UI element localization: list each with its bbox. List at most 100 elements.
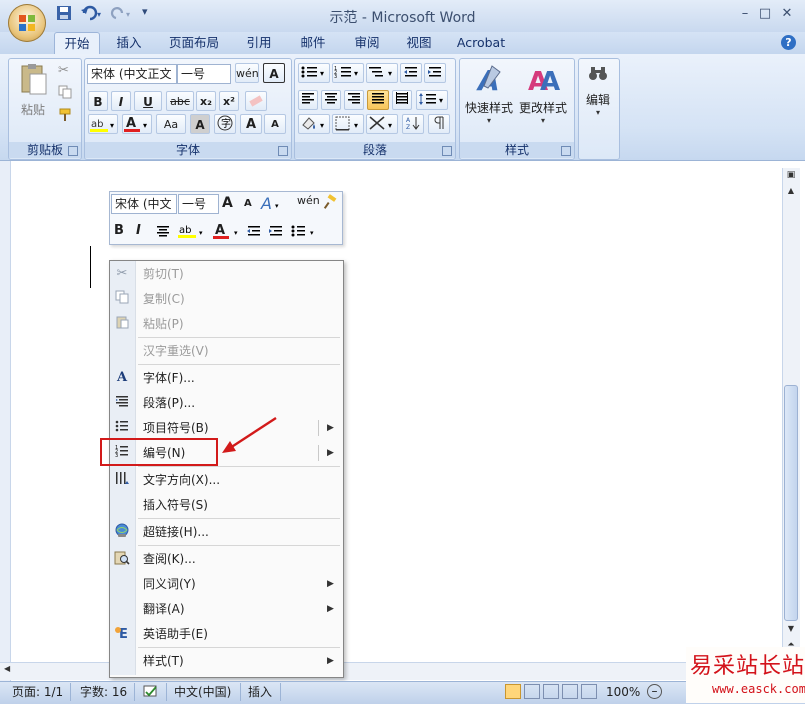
view-print-layout-icon[interactable] bbox=[505, 684, 521, 699]
line-spacing-icon[interactable]: ▾ bbox=[416, 90, 448, 110]
mini-bullets-icon[interactable]: ▾ bbox=[290, 223, 320, 239]
paragraph-launcher-icon[interactable] bbox=[442, 146, 452, 156]
scrollbar-thumb[interactable] bbox=[784, 385, 798, 621]
menu-item-font[interactable]: 字体(F)... bbox=[135, 366, 340, 390]
highlight-color-icon[interactable]: ab ▾ bbox=[88, 114, 118, 134]
change-styles-button[interactable]: AA 更改样式 ▾ bbox=[517, 62, 569, 132]
decrease-indent-icon[interactable] bbox=[400, 63, 422, 83]
menu-item-english-assistant[interactable]: 英语助手(E) bbox=[135, 622, 340, 646]
proofing-icon[interactable] bbox=[142, 684, 160, 700]
menu-item-look-up[interactable]: 查阅(K)... bbox=[135, 547, 340, 571]
mini-font-color-icon[interactable]: A ▾ bbox=[212, 222, 242, 240]
phonetic-guide-button[interactable]: wén bbox=[235, 63, 259, 83]
mini-italic-button[interactable]: I bbox=[136, 223, 150, 239]
tab-acrobat[interactable]: Acrobat bbox=[450, 32, 512, 54]
subscript-button[interactable]: x₂ bbox=[196, 91, 216, 111]
status-page[interactable]: 页面: 1/1 bbox=[12, 684, 63, 700]
quick-styles-button[interactable]: A 快速样式 ▾ bbox=[463, 62, 515, 132]
mini-increase-indent-icon[interactable] bbox=[268, 223, 284, 239]
sort-icon[interactable]: AZ bbox=[402, 114, 424, 134]
zoom-level[interactable]: 100% bbox=[606, 684, 640, 700]
shading-icon[interactable]: ▾ bbox=[298, 114, 330, 134]
cut-icon[interactable]: ✂ bbox=[58, 63, 74, 79]
mini-font-size-combo[interactable]: 一号 bbox=[178, 194, 219, 214]
help-icon[interactable]: ? bbox=[781, 35, 796, 50]
styles-launcher-icon[interactable] bbox=[561, 146, 571, 156]
align-center-icon[interactable] bbox=[321, 90, 341, 110]
menu-item-paste[interactable]: 粘贴(P) bbox=[135, 312, 340, 336]
copy-icon[interactable] bbox=[58, 85, 74, 101]
mini-decrease-indent-icon[interactable] bbox=[246, 223, 262, 239]
menu-item-copy[interactable]: 复制(C) bbox=[135, 287, 340, 311]
ruler-toggle-icon[interactable]: ▣ bbox=[785, 170, 797, 182]
grow-font-button[interactable]: A bbox=[240, 114, 262, 134]
font-size-combo[interactable]: 一号 bbox=[177, 64, 231, 84]
clipboard-launcher-icon[interactable] bbox=[68, 146, 78, 156]
minimize-button[interactable]: – bbox=[736, 6, 754, 22]
menu-item-cut[interactable]: 剪切(T) bbox=[135, 262, 340, 286]
change-case-button[interactable]: Aa bbox=[156, 114, 186, 134]
view-draft-icon[interactable] bbox=[581, 684, 597, 699]
mini-highlight-icon[interactable]: ab ▾ bbox=[177, 222, 207, 240]
strikethrough-button[interactable]: abc bbox=[166, 91, 194, 111]
status-language[interactable]: 中文(中国) bbox=[174, 684, 231, 700]
tab-mailings[interactable]: 邮件 bbox=[292, 32, 334, 54]
scroll-up-icon[interactable]: ▲ bbox=[785, 186, 797, 198]
font-name-combo[interactable]: 宋体 (中文正文 bbox=[87, 64, 177, 84]
mini-styles-icon[interactable]: A ▾ bbox=[260, 194, 282, 213]
menu-item-translate[interactable]: 翻译(A) bbox=[135, 597, 340, 621]
clear-format-icon[interactable] bbox=[245, 91, 267, 111]
superscript-button[interactable]: x² bbox=[219, 91, 239, 111]
view-outline-icon[interactable] bbox=[562, 684, 578, 699]
show-marks-icon[interactable] bbox=[428, 114, 450, 134]
bold-button[interactable]: B bbox=[88, 91, 108, 111]
font-color-icon[interactable]: A ▾ bbox=[122, 114, 152, 134]
font-launcher-icon[interactable] bbox=[278, 146, 288, 156]
scroll-down-icon[interactable]: ▼ bbox=[785, 624, 797, 636]
char-shading-button[interactable]: A bbox=[190, 114, 210, 134]
mini-font-name-combo[interactable]: 宋体 (中文 bbox=[111, 194, 177, 214]
justify-icon[interactable] bbox=[367, 90, 389, 110]
close-button[interactable]: ✕ bbox=[778, 6, 796, 22]
shrink-font-button[interactable]: A bbox=[264, 114, 286, 134]
zoom-out-icon[interactable]: – bbox=[647, 684, 662, 699]
mini-format-painter-icon[interactable] bbox=[322, 194, 338, 212]
menu-item-styles[interactable]: 样式(T) bbox=[135, 649, 340, 673]
underline-button[interactable]: U bbox=[134, 91, 162, 111]
menu-item-text-direction[interactable]: 文字方向(X)... bbox=[135, 468, 340, 492]
increase-indent-icon[interactable] bbox=[424, 63, 446, 83]
status-insert-mode[interactable]: 插入 bbox=[248, 684, 272, 700]
view-web-layout-icon[interactable] bbox=[543, 684, 559, 699]
tab-home[interactable]: 开始 bbox=[54, 32, 100, 55]
menu-item-hyperlink[interactable]: 超链接(H)... bbox=[135, 520, 340, 544]
numbering-icon[interactable]: 1 2 3 ▾ bbox=[332, 63, 364, 83]
chinese-layout-icon[interactable]: ▾ bbox=[366, 114, 398, 134]
maximize-button[interactable]: □ bbox=[756, 6, 774, 22]
tab-page-layout[interactable]: 页面布局 bbox=[162, 32, 226, 54]
editing-button[interactable]: 编辑 ▾ bbox=[580, 62, 616, 132]
multilevel-list-icon[interactable]: ▾ bbox=[366, 63, 398, 83]
format-painter-icon[interactable] bbox=[58, 107, 74, 123]
enclose-char-icon[interactable]: 字 bbox=[214, 114, 236, 134]
italic-button[interactable]: I bbox=[111, 91, 131, 111]
menu-item-insert-symbol[interactable]: 插入符号(S) bbox=[135, 493, 340, 517]
status-word-count[interactable]: 字数: 16 bbox=[80, 684, 127, 700]
menu-item-synonyms[interactable]: 同义词(Y) bbox=[135, 572, 340, 596]
mini-center-icon[interactable] bbox=[156, 224, 172, 240]
char-border-button[interactable]: A bbox=[263, 63, 285, 83]
scroll-left-icon[interactable]: ◀ bbox=[4, 664, 16, 676]
bullets-icon[interactable]: ▾ bbox=[298, 63, 330, 83]
tab-references[interactable]: 引用 bbox=[238, 32, 280, 54]
mini-bold-button[interactable]: B bbox=[114, 223, 128, 239]
office-button[interactable] bbox=[8, 4, 46, 42]
view-full-screen-icon[interactable] bbox=[524, 684, 540, 699]
menu-item-paragraph[interactable]: 段落(P)... bbox=[135, 391, 340, 415]
align-left-icon[interactable] bbox=[298, 90, 318, 110]
tab-view[interactable]: 视图 bbox=[398, 32, 440, 54]
borders-icon[interactable]: ▾ bbox=[332, 114, 364, 134]
tab-insert[interactable]: 插入 bbox=[108, 32, 150, 54]
distribute-icon[interactable] bbox=[392, 90, 412, 110]
tab-review[interactable]: 审阅 bbox=[346, 32, 388, 54]
paste-button[interactable]: 粘贴 bbox=[16, 62, 50, 122]
mini-shrink-font-button[interactable]: A bbox=[244, 198, 258, 212]
